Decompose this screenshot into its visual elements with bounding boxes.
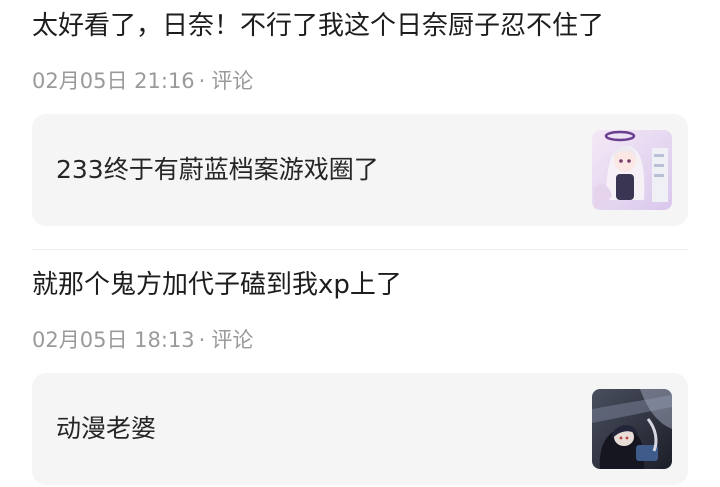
meta-separator: · xyxy=(198,69,206,93)
linked-post-title: 233终于有蔚蓝档案游戏圈了 xyxy=(56,155,379,184)
comment-date: 02月05日 xyxy=(32,69,128,93)
comment-time: 18:13 xyxy=(134,328,195,352)
comment-time: 21:16 xyxy=(134,69,195,93)
comment-date: 02月05日 xyxy=(32,328,128,352)
comment-text[interactable]: 就那个鬼方加代子磕到我xp上了 xyxy=(32,267,402,303)
anime-girl-thumbnail-icon[interactable] xyxy=(592,130,672,210)
anime-girl-dark-thumbnail-icon[interactable] xyxy=(592,389,672,469)
linked-post-card[interactable]: 233终于有蔚蓝档案游戏圈了 xyxy=(32,114,688,226)
comment-meta: 02月05日 21:16 · 评论 xyxy=(32,66,253,96)
reply-button[interactable]: 评论 xyxy=(211,328,253,352)
linked-post-card[interactable]: 动漫老婆 xyxy=(32,373,688,485)
comment-divider xyxy=(32,249,688,250)
reply-button[interactable]: 评论 xyxy=(211,69,253,93)
comment-meta: 02月05日 18:13 · 评论 xyxy=(32,325,253,355)
linked-post-title: 动漫老婆 xyxy=(56,414,157,443)
meta-separator: · xyxy=(198,328,206,352)
comment-text[interactable]: 太好看了，日奈！不行了我这个日奈厨子忍不住了 xyxy=(32,8,604,44)
comment-feed: 太好看了，日奈！不行了我这个日奈厨子忍不住了 02月05日 21:16 · 评论 2… xyxy=(0,0,720,487)
